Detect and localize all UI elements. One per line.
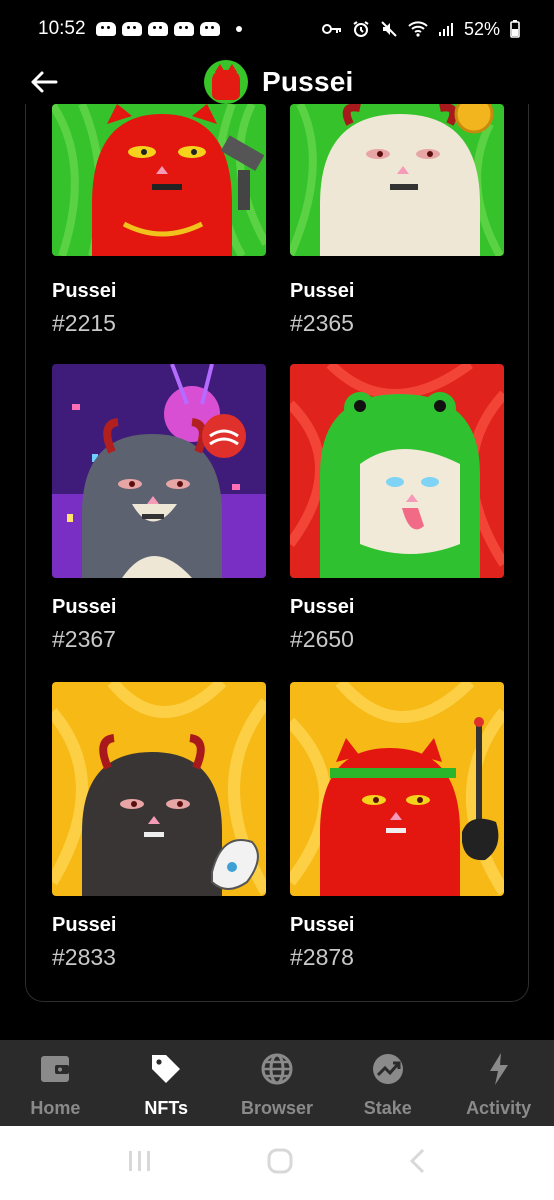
wallet-icon: [38, 1052, 72, 1086]
home-button[interactable]: [266, 1147, 294, 1180]
nav-label: Browser: [240, 1098, 313, 1118]
nft-name: Pussei: [290, 596, 355, 618]
discord-notification-icon: [95, 22, 116, 36]
nft-name: Pussei: [290, 280, 355, 302]
home-circle-icon: [267, 1148, 293, 1173]
nft-id: #2650: [290, 626, 354, 652]
nav-item-browser[interactable]: Browser: [222, 1040, 333, 1126]
discord-notification-icon: [199, 22, 220, 36]
notification-icons: [95, 22, 242, 36]
nft-id: #2215: [52, 310, 116, 336]
key-icon: [321, 24, 341, 34]
nav-label: Activity: [466, 1098, 532, 1118]
nft-id: #2833: [52, 944, 116, 970]
status-bar: 10:52 52%: [0, 0, 554, 58]
wifi-icon: [408, 21, 428, 37]
nav-label: NFTs: [144, 1098, 189, 1118]
nft-name: Pussei: [290, 914, 355, 936]
back-button[interactable]: [28, 66, 60, 98]
nav-item-nfts[interactable]: NFTs: [111, 1040, 222, 1126]
system-back-button[interactable]: [407, 1147, 427, 1180]
nft-image: [290, 682, 504, 896]
alarm-icon: [353, 21, 369, 37]
arrow-left-icon: [31, 71, 58, 93]
nft-id: #2878: [290, 944, 354, 970]
status-time: 10:52: [38, 18, 86, 39]
lightning-icon: [482, 1052, 516, 1086]
mute-icon: [381, 21, 397, 37]
discord-notification-icon: [147, 22, 168, 36]
collection-header: Pussei: [204, 60, 353, 104]
more-notifications-dot: [235, 26, 242, 32]
nft-image: [290, 364, 504, 578]
collection-avatar: [204, 60, 248, 104]
page-title: Pussei: [262, 66, 354, 97]
nft-id: #2365: [290, 310, 354, 336]
nav-item-home[interactable]: Home: [0, 1040, 111, 1126]
chevron-left-icon: [410, 1148, 425, 1173]
nft-grid: Pussei #2215 Pussei #2365 Pussei #2367 P…: [25, 104, 529, 1002]
nav-label: Home: [30, 1098, 81, 1118]
battery-percentage: 52%: [463, 18, 500, 39]
recent-apps-button[interactable]: [127, 1149, 153, 1178]
battery-charging-icon: [510, 20, 520, 38]
nav-label: Stake: [363, 1098, 412, 1118]
nft-image: [52, 364, 266, 578]
system-navigation-bar: [0, 1126, 554, 1200]
signal-icon: [438, 23, 453, 36]
nav-item-activity[interactable]: Activity: [443, 1040, 554, 1126]
nft-id: #2367: [52, 626, 116, 652]
nft-name: Pussei: [52, 280, 117, 302]
nft-name: Pussei: [52, 914, 117, 936]
bottom-navigation: Home NFTs Browser Stake Activity: [0, 1040, 554, 1126]
tag-icon: [149, 1052, 183, 1086]
discord-notification-icon: [173, 22, 194, 36]
nft-image: [290, 104, 504, 256]
nav-item-stake[interactable]: Stake: [332, 1040, 443, 1126]
recent-apps-icon: [128, 1150, 150, 1171]
globe-icon: [260, 1052, 294, 1086]
discord-notification-icon: [121, 22, 142, 36]
nft-name: Pussei: [52, 596, 117, 618]
nft-image: [52, 682, 266, 896]
nft-image: [52, 104, 266, 256]
stake-chart-icon: [371, 1052, 405, 1086]
